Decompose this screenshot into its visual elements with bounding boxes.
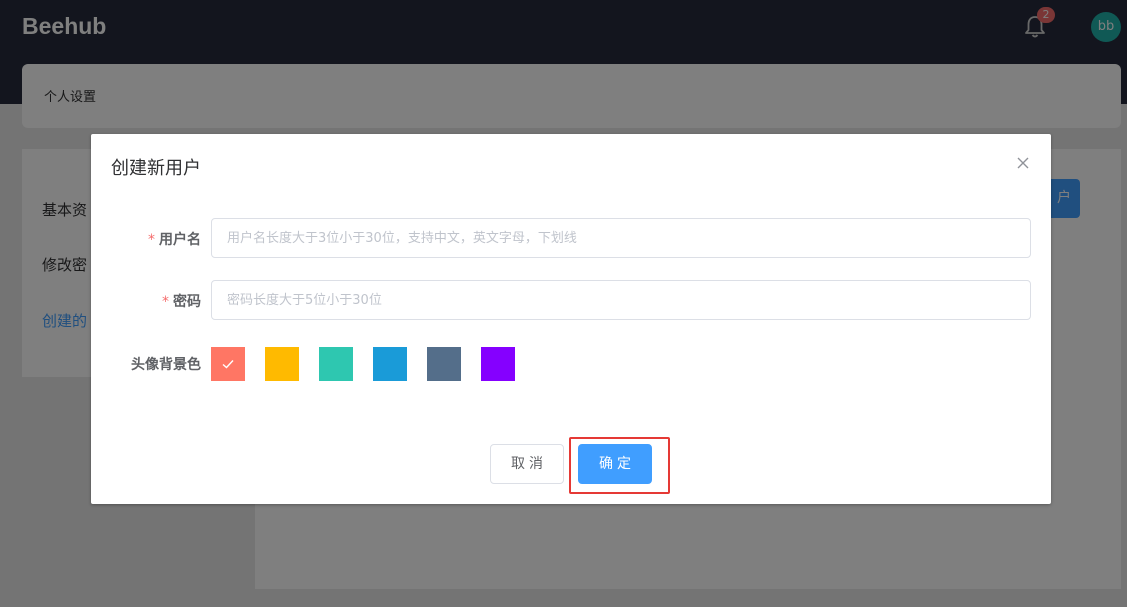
color-swatch-0[interactable]	[211, 347, 245, 381]
required-mark: *	[162, 294, 169, 310]
cancel-button[interactable]: 取消	[490, 444, 564, 484]
confirm-button[interactable]: 确定	[578, 444, 652, 484]
color-swatch-5[interactable]	[481, 347, 515, 381]
username-label: * 用户名	[91, 229, 201, 249]
close-icon[interactable]	[1016, 156, 1030, 170]
password-input[interactable]	[211, 280, 1031, 320]
color-swatch-1[interactable]	[265, 347, 299, 381]
dialog-title: 创建新用户	[111, 158, 201, 179]
color-swatch-2[interactable]	[319, 347, 353, 381]
create-user-dialog: 创建新用户 *用户名 *密码 头像背景色 取消 确定	[91, 134, 1051, 504]
required-mark: *	[148, 232, 155, 248]
password-label-text: 密码	[173, 294, 201, 310]
avatar-bg-label: 头像背景色	[131, 357, 201, 373]
check-icon	[222, 360, 234, 369]
username-input[interactable]	[211, 218, 1031, 258]
color-swatch-4[interactable]	[427, 347, 461, 381]
password-label: * 密码	[91, 291, 201, 311]
username-label-text: 用户名	[159, 232, 201, 248]
color-swatch-3[interactable]	[373, 347, 407, 381]
